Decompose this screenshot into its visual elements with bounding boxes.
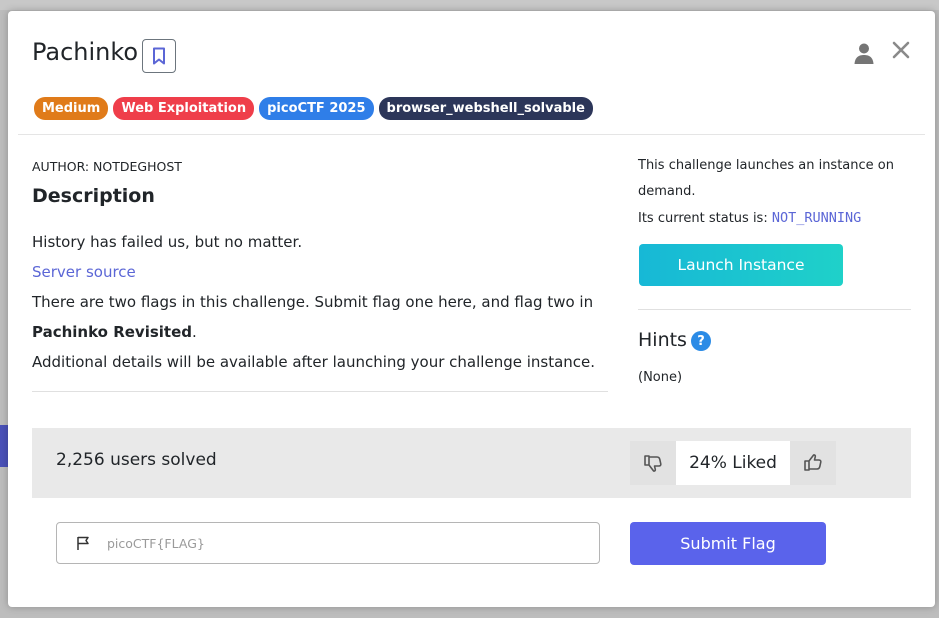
author-label: AUTHOR: NOTDEGHOST [32,159,182,174]
background-header [0,0,939,10]
description-body: History has failed us, but no matter. Se… [32,227,612,377]
pachinko-revisited-text: Pachinko Revisited [32,323,192,341]
flag-input[interactable] [107,523,587,563]
tag-webshell[interactable]: browser_webshell_solvable [378,97,593,120]
bookmark-button[interactable] [142,39,176,73]
instance-info: This challenge launches an instance on d… [638,153,912,232]
like-group: 24% Liked [630,441,836,485]
challenge-title: Pachinko [32,38,139,66]
stats-bar: 2,256 users solved 24% Liked [32,428,911,498]
description-divider [32,391,608,392]
description-line: Additional details will be available aft… [32,353,596,371]
instance-info-line: This challenge launches an instance on [638,158,894,173]
description-text: . [192,323,197,341]
flag-input-container [56,522,600,564]
liked-percentage: 24% Liked [676,441,790,485]
tag-category[interactable]: Web Exploitation [113,97,255,120]
hints-heading: Hints [638,329,687,351]
bookmark-icon [153,47,165,65]
status-label: Its current status is: [638,211,768,226]
hints-content: (None) [638,370,683,385]
close-icon[interactable] [890,39,912,61]
description-line: There are two flags in this challenge. S… [32,287,612,347]
help-icon[interactable]: ? [691,331,711,351]
background-nav-accent [0,425,8,467]
instance-info-line: demand. [638,184,696,199]
description-line: History has failed us, but no matter. [32,233,303,251]
status-value: NOT_RUNNING [771,210,862,226]
thumbs-up-icon [804,454,822,471]
modal-header: Pachinko Medium Web Exploitation picoCTF… [8,11,935,135]
dislike-button[interactable] [630,441,676,485]
server-source-link[interactable]: Server source [32,263,136,281]
challenge-modal: Pachinko Medium Web Exploitation picoCTF… [8,11,935,607]
tag-difficulty[interactable]: Medium [34,97,109,120]
submit-flag-button[interactable]: Submit Flag [630,522,826,565]
tag-list: Medium Web Exploitation picoCTF 2025 bro… [34,97,593,120]
launch-instance-button[interactable]: Launch Instance [639,244,843,286]
tag-event[interactable]: picoCTF 2025 [259,97,374,120]
header-divider [18,134,925,135]
hints-divider [638,309,911,310]
user-icon[interactable] [852,41,876,65]
thumbs-down-icon [644,455,662,472]
instance-status: Its current status is: NOT_RUNNING [638,205,912,232]
like-button[interactable] [790,441,836,485]
solved-count: 2,256 users solved [56,450,217,470]
description-heading: Description [32,185,155,207]
description-text: There are two flags in this challenge. S… [32,293,594,311]
flag-icon [77,536,89,550]
